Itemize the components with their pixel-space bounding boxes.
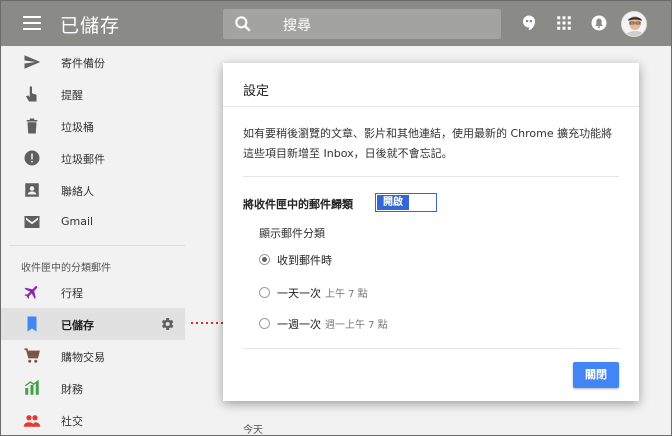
bundles-section-label: 收件匣中的分類郵件 [21, 263, 111, 274]
gear-icon[interactable] [159, 316, 175, 332]
avatar[interactable] [621, 11, 647, 37]
cart-icon [24, 348, 40, 363]
sidebar-item-gmail[interactable]: Gmail [1, 206, 185, 238]
reminder-hand-icon [26, 86, 37, 102]
sidebar-item-finance[interactable]: 財務 [1, 372, 185, 404]
radio-button[interactable] [259, 318, 270, 329]
sidebar-item-label: Gmail [61, 215, 94, 228]
toggle-on-label: 開啟 [377, 195, 409, 210]
section-today-label: 今天 [243, 425, 263, 436]
radio-label: 一週一次 [277, 318, 321, 331]
radio-hint: 上午 7 點 [325, 289, 368, 300]
sidebar-divider [9, 245, 185, 246]
sidebar-item-label: 購物交易 [61, 351, 105, 364]
apps-grid-icon[interactable] [555, 14, 573, 32]
sidebar-item-label: 提醒 [61, 89, 83, 102]
finance-icon [24, 379, 40, 395]
sidebar-item-label: 已儲存 [61, 319, 94, 332]
search-placeholder: 搜尋 [283, 18, 311, 34]
sidebar-item-spam[interactable]: 垃圾郵件 [1, 142, 185, 174]
bookmark-icon [27, 316, 37, 332]
sidebar-item-social[interactable]: 社交 [1, 404, 185, 435]
sidebar-item-label: 寄件備份 [61, 57, 105, 70]
page-title: 已儲存 [60, 15, 121, 37]
sidebar-item-label: 垃圾桶 [61, 121, 94, 134]
sidebar-item-purchases[interactable]: 購物交易 [1, 340, 185, 372]
app-window: 已儲存 搜尋 寄件備份 提醒 垃圾桶 垃圾郵件 聯絡人 Gmail 收件匣中的分… [0, 0, 672, 436]
sidebar-item-saved[interactable]: 已儲存 [1, 308, 185, 340]
sidebar-item-label: 垃圾郵件 [61, 153, 105, 166]
notifications-bell-icon[interactable] [590, 14, 608, 32]
contacts-icon [25, 183, 39, 197]
close-button[interactable]: 關閉 [573, 362, 619, 388]
sidebar-item-label: 聯絡人 [61, 185, 94, 198]
hangouts-icon[interactable] [520, 14, 538, 32]
trash-icon [26, 118, 38, 134]
spam-icon [24, 150, 40, 166]
sidebar-item-trash[interactable]: 垃圾桶 [1, 110, 185, 142]
dialog-divider [223, 106, 639, 107]
dialog-description: 如有要稍後瀏覽的文章、影片和其他連結，使用最新的 Chrome 擴充功能將這些項… [243, 127, 613, 160]
radio-button[interactable] [259, 254, 270, 265]
gmail-icon [24, 216, 40, 228]
sidebar-item-trips[interactable]: 行程 [1, 276, 185, 308]
user-photo-icon [622, 12, 646, 36]
search-input[interactable]: 搜尋 [223, 9, 501, 39]
dialog-title: 設定 [243, 84, 270, 99]
radio-hint: 週一上午 7 點 [325, 320, 388, 331]
settings-dialog: 設定 如有要稍後瀏覽的文章、影片和其他連結，使用最新的 Chrome 擴充功能將… [223, 63, 639, 401]
social-icon [23, 415, 41, 427]
sidebar-item-label: 行程 [61, 287, 83, 300]
sidebar-item-label: 社交 [61, 415, 83, 428]
sidebar-item-sent[interactable]: 寄件備份 [1, 46, 185, 78]
radio-label: 一天一次 [277, 287, 321, 300]
sidebar-item-label: 財務 [61, 383, 83, 396]
sidebar: 寄件備份 提醒 垃圾桶 垃圾郵件 聯絡人 Gmail 收件匣中的分類郵件 行程 [1, 46, 191, 435]
radio-button[interactable] [259, 287, 270, 298]
bundle-toggle[interactable]: 開啟 [375, 193, 437, 212]
dialog-divider [243, 348, 619, 349]
sidebar-item-reminders[interactable]: 提醒 [1, 78, 185, 110]
sidebar-item-contacts[interactable]: 聯絡人 [1, 174, 185, 206]
bundle-toggle-label: 將收件匣中的郵件歸類 [243, 198, 353, 211]
send-icon [24, 55, 41, 69]
search-icon [235, 16, 251, 32]
dialog-divider [243, 176, 619, 177]
top-app-bar: 已儲存 搜尋 [1, 1, 671, 46]
plane-icon [24, 286, 38, 299]
radio-label: 收到郵件時 [277, 254, 332, 267]
show-bundles-label: 顯示郵件分類 [259, 227, 325, 240]
hamburger-icon[interactable] [23, 16, 41, 30]
